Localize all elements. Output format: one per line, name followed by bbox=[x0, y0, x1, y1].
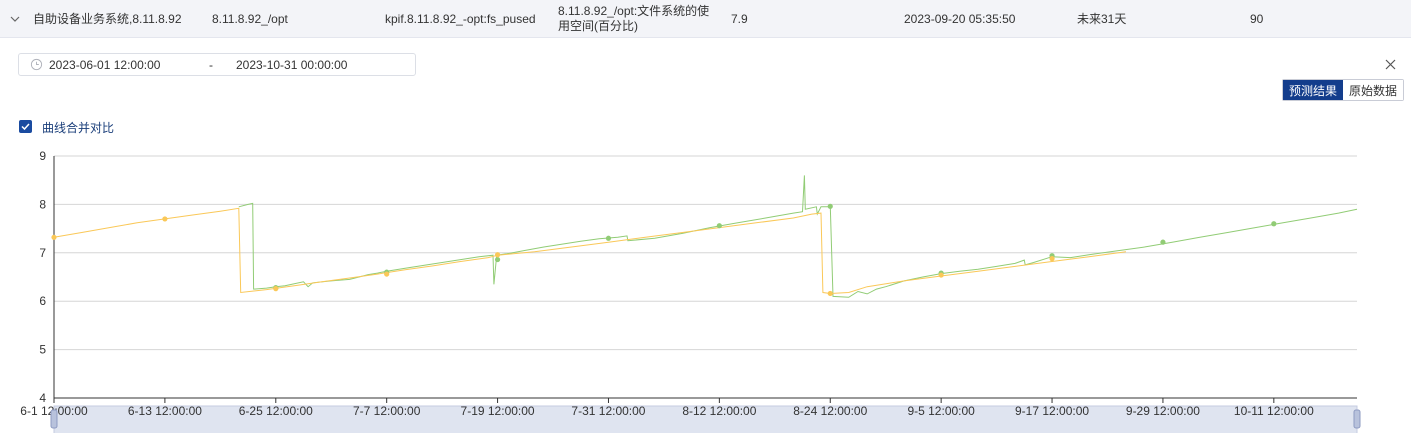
x-tick-label: 7-19 12:00:00 bbox=[461, 404, 535, 418]
point-actual bbox=[494, 256, 501, 263]
point-predicted bbox=[827, 290, 833, 297]
point-actual bbox=[605, 235, 612, 241]
y-tick-label: 4 bbox=[39, 391, 46, 405]
view-toggle: 预测结果 原始数据 bbox=[1282, 79, 1405, 101]
close-icon[interactable] bbox=[1385, 59, 1396, 70]
x-tick-label: 9-29 12:00:00 bbox=[1126, 404, 1200, 418]
date-start[interactable]: 2023-06-01 12:00:00 bbox=[49, 58, 160, 72]
point-actual bbox=[1160, 239, 1166, 245]
x-tick-label: 6-25 12:00:00 bbox=[239, 404, 313, 418]
x-tick-label: 10-11 12:00:00 bbox=[1234, 404, 1314, 418]
series-line-predicted bbox=[53, 207, 1127, 295]
point-predicted bbox=[273, 286, 279, 292]
x-tick-label: 9-17 12:00:00 bbox=[1015, 404, 1089, 418]
raw-data-button[interactable]: 原始数据 bbox=[1343, 80, 1404, 100]
cell-time: 2023-09-20 05:35:50 bbox=[904, 11, 1016, 26]
point-actual bbox=[827, 203, 833, 209]
cell-description: 8.11.8.92_/opt:文件系统的使用空间(百分比) bbox=[558, 4, 710, 33]
chevron-down-icon[interactable] bbox=[9, 13, 21, 25]
point-predicted bbox=[938, 272, 944, 278]
point-predicted bbox=[384, 271, 390, 277]
cell-kpi: kpif.8.11.8.92_-opt:fs_pused bbox=[385, 11, 536, 26]
x-tick-label: 7-7 12:00:00 bbox=[353, 404, 421, 418]
point-predicted bbox=[162, 216, 168, 222]
alert-table-row[interactable]: 自助设备业务系统,8.11.8.92 8.11.8.92_/opt kpif.8… bbox=[0, 0, 1411, 38]
range-handle-end bbox=[1353, 409, 1361, 429]
merge-compare-checkbox[interactable] bbox=[19, 120, 32, 133]
cell-period: 未来31天 bbox=[1077, 11, 1127, 26]
range-handle-start bbox=[50, 409, 58, 429]
point-predicted bbox=[1049, 256, 1055, 262]
x-tick-label: 8-12 12:00:00 bbox=[682, 404, 756, 418]
point-predicted bbox=[494, 252, 501, 258]
cell-value: 7.9 bbox=[731, 11, 748, 26]
date-separator: - bbox=[209, 58, 213, 72]
forecast-result-button[interactable]: 预测结果 bbox=[1283, 80, 1344, 100]
y-tick-label: 7 bbox=[39, 246, 46, 260]
x-tick-label: 9-5 12:00:00 bbox=[907, 404, 975, 418]
y-tick-label: 9 bbox=[39, 149, 46, 163]
cell-instance: 8.11.8.92_/opt bbox=[212, 11, 288, 26]
point-actual bbox=[1271, 221, 1277, 227]
check-icon bbox=[21, 123, 30, 131]
merge-compare-label: 曲线合并对比 bbox=[42, 121, 115, 135]
cell-system: 自助设备业务系统,8.11.8.92 bbox=[33, 11, 182, 26]
clock-icon bbox=[30, 58, 43, 71]
x-tick-label: 6-13 12:00:00 bbox=[128, 404, 202, 418]
line-chart: 4567896-1 12:00:00 6-13 12:00:00 6-25 12:0… bbox=[20, 149, 1361, 433]
y-tick-label: 8 bbox=[39, 197, 46, 211]
x-tick-label: 8-24 12:00:00 bbox=[793, 404, 867, 418]
date-end[interactable]: 2023-10-31 00:00:00 bbox=[236, 58, 347, 72]
y-tick-label: 6 bbox=[39, 294, 46, 308]
cell-threshold: 90 bbox=[1250, 11, 1264, 26]
y-tick-label: 5 bbox=[39, 343, 46, 357]
x-tick-label: 7-31 12:00:00 bbox=[571, 404, 645, 418]
date-range-picker[interactable]: 2023-06-01 12:00:00 - 2023-10-31 00:00:0… bbox=[18, 53, 416, 76]
point-actual bbox=[716, 223, 722, 229]
point-predicted bbox=[51, 234, 57, 240]
series-line-actual bbox=[238, 175, 1358, 298]
